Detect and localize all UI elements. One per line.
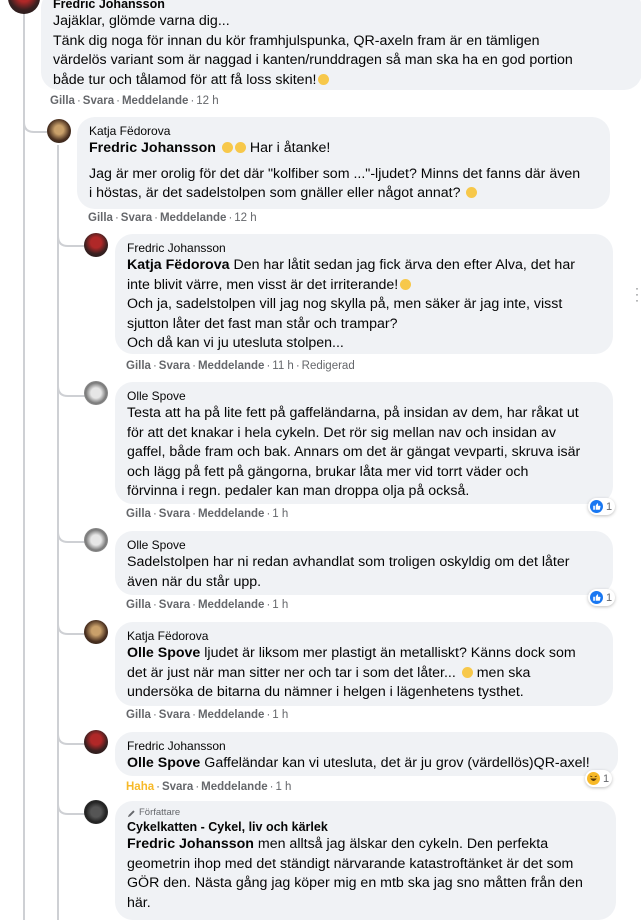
more-options-icon[interactable]: · · · [635, 282, 639, 306]
grin-emoji-icon [234, 142, 246, 153]
reply-connector [57, 722, 85, 745]
comment-actions: Gilla · Svara · Meddelande · 1 h [126, 508, 289, 520]
comment-text: Testa att ha på lite fett på gaffeländar… [127, 405, 581, 499]
timestamp[interactable]: 12 h [196, 95, 218, 107]
haha-reaction-icon [587, 772, 600, 785]
timestamp[interactable]: 11 h [272, 360, 294, 372]
comment-text: Katja Fëdorova Den har låtit sedan jag f… [127, 257, 575, 351]
comment-actions: Gilla · Svara · Meddelande · 1 h [126, 599, 289, 611]
like-button[interactable]: Gilla [50, 95, 75, 107]
reply-connector [57, 374, 85, 397]
comment-actions: Gilla · Svara · Meddelande · 12 h [50, 95, 219, 107]
comment-bubble: Författare Cykelkatten - Cykel, liv och … [115, 801, 616, 920]
comment-bubble: Fredric Johansson Jajäklar, glömde varna… [41, 0, 641, 90]
comment-actions: Gilla · Svara · Meddelande · 11 h · Redigerad [126, 360, 355, 372]
reply-connector [57, 792, 85, 815]
comment-bubble: Katja Fëdorova Fredric Johansson Har i å… [77, 117, 610, 209]
message-button[interactable]: Meddelande [160, 212, 226, 224]
comment-author[interactable]: Fredric Johansson [127, 738, 606, 754]
comment-actions: Haha · Svara · Meddelande · 1 h [126, 781, 292, 793]
reply-button[interactable]: Svara [83, 95, 114, 107]
avatar[interactable] [8, 0, 40, 14]
comment-bubble: Katja Fëdorova Olle Spove ljudet är liks… [115, 622, 613, 706]
message-button[interactable]: Meddelande [198, 599, 264, 611]
reply-connector [57, 226, 85, 247]
edited-label[interactable]: Redigerad [302, 360, 355, 372]
grin-emoji-icon [400, 278, 412, 290]
message-button[interactable]: Meddelande [201, 781, 267, 793]
like-button[interactable]: Gilla [88, 212, 113, 224]
comment-text: Fredric Johansson Har i åtanke! Jag är m… [89, 140, 581, 201]
reply-button[interactable]: Svara [159, 508, 190, 520]
reaction-count[interactable]: 1 [585, 770, 613, 787]
comment-text: Jajäklar, glömde varna dig... Tänk dig n… [53, 13, 573, 88]
comment-author[interactable]: Olle Spove [127, 388, 601, 404]
mention-link[interactable]: Katja Fëdorova [127, 257, 230, 273]
like-button[interactable]: Gilla [126, 599, 151, 611]
comment-bubble: Olle Spove Testa att ha på lite fett på … [115, 382, 613, 504]
comment-actions: Gilla · Svara · Meddelande · 1 h [126, 709, 289, 721]
mention-link[interactable]: Fredric Johansson [127, 836, 254, 852]
timestamp[interactable]: 1 h [275, 781, 291, 793]
message-button[interactable]: Meddelande [122, 95, 188, 107]
timestamp[interactable]: 1 h [272, 508, 288, 520]
like-button[interactable]: Gilla [126, 508, 151, 520]
reply-button[interactable]: Svara [162, 781, 193, 793]
reply-connector [57, 520, 85, 543]
smile-emoji-icon [318, 73, 330, 85]
reaction-count[interactable]: 1 [588, 498, 616, 515]
comment-bubble: Olle Spove Sadelstolpen har ni redan avh… [115, 531, 613, 595]
like-reaction-icon [590, 500, 603, 513]
mention-link[interactable]: Olle Spove [127, 755, 200, 771]
avatar[interactable] [84, 528, 108, 552]
comment-text: Olle Spove ljudet är liksom mer plastigt… [127, 645, 576, 700]
like-reaction-icon [590, 591, 603, 604]
comment-text: Sadelstolpen har ni redan avhandlat som … [127, 554, 570, 590]
message-button[interactable]: Meddelande [198, 709, 264, 721]
mention-link[interactable]: Olle Spove [127, 645, 200, 661]
avatar[interactable] [84, 233, 108, 257]
message-button[interactable]: Meddelande [198, 508, 264, 520]
reply-button[interactable]: Svara [159, 360, 190, 372]
avatar[interactable] [84, 800, 108, 824]
comment-text: Fredric Johansson men alltså jag älskar … [127, 836, 583, 911]
avatar[interactable] [47, 119, 71, 143]
author-badge: Författare [127, 807, 604, 819]
comment-author[interactable]: Katja Fëdorova [127, 628, 601, 644]
like-button[interactable]: Gilla [126, 709, 151, 721]
timestamp[interactable]: 1 h [272, 599, 288, 611]
comment-bubble: Fredric Johansson Olle Spove Gaffeländar… [115, 732, 618, 776]
mention-link[interactable]: Fredric Johansson [89, 140, 216, 156]
reply-connector [57, 612, 85, 635]
haha-button[interactable]: Haha [126, 781, 154, 793]
thinking-emoji-icon [461, 666, 473, 678]
avatar[interactable] [84, 381, 108, 405]
comment-actions: Gilla · Svara · Meddelande · 12 h [88, 212, 257, 224]
grin-emoji-icon [221, 142, 233, 153]
comment-author[interactable]: Fredric Johansson [53, 0, 630, 12]
comment-author[interactable]: Katja Fëdorova [89, 123, 598, 139]
reply-button[interactable]: Svara [121, 212, 152, 224]
comment-author[interactable]: Cykelkatten - Cykel, liv och kärlek [127, 819, 604, 835]
reply-button[interactable]: Svara [159, 709, 190, 721]
avatar[interactable] [84, 620, 108, 644]
pen-icon [127, 809, 135, 817]
comment-author[interactable]: Fredric Johansson [127, 240, 601, 256]
timestamp[interactable]: 1 h [272, 709, 288, 721]
reaction-count[interactable]: 1 [588, 589, 616, 606]
avatar[interactable] [84, 730, 108, 754]
comment-bubble: Fredric Johansson Katja Fëdorova Den har… [115, 234, 613, 354]
like-button[interactable]: Gilla [126, 360, 151, 372]
comment-text: Olle Spove Gaffeländar kan vi utesluta, … [127, 755, 590, 771]
timestamp[interactable]: 12 h [234, 212, 256, 224]
message-button[interactable]: Meddelande [198, 360, 264, 372]
comment-author[interactable]: Olle Spove [127, 537, 601, 553]
reply-button[interactable]: Svara [159, 599, 190, 611]
thinking-emoji-icon [466, 187, 478, 198]
